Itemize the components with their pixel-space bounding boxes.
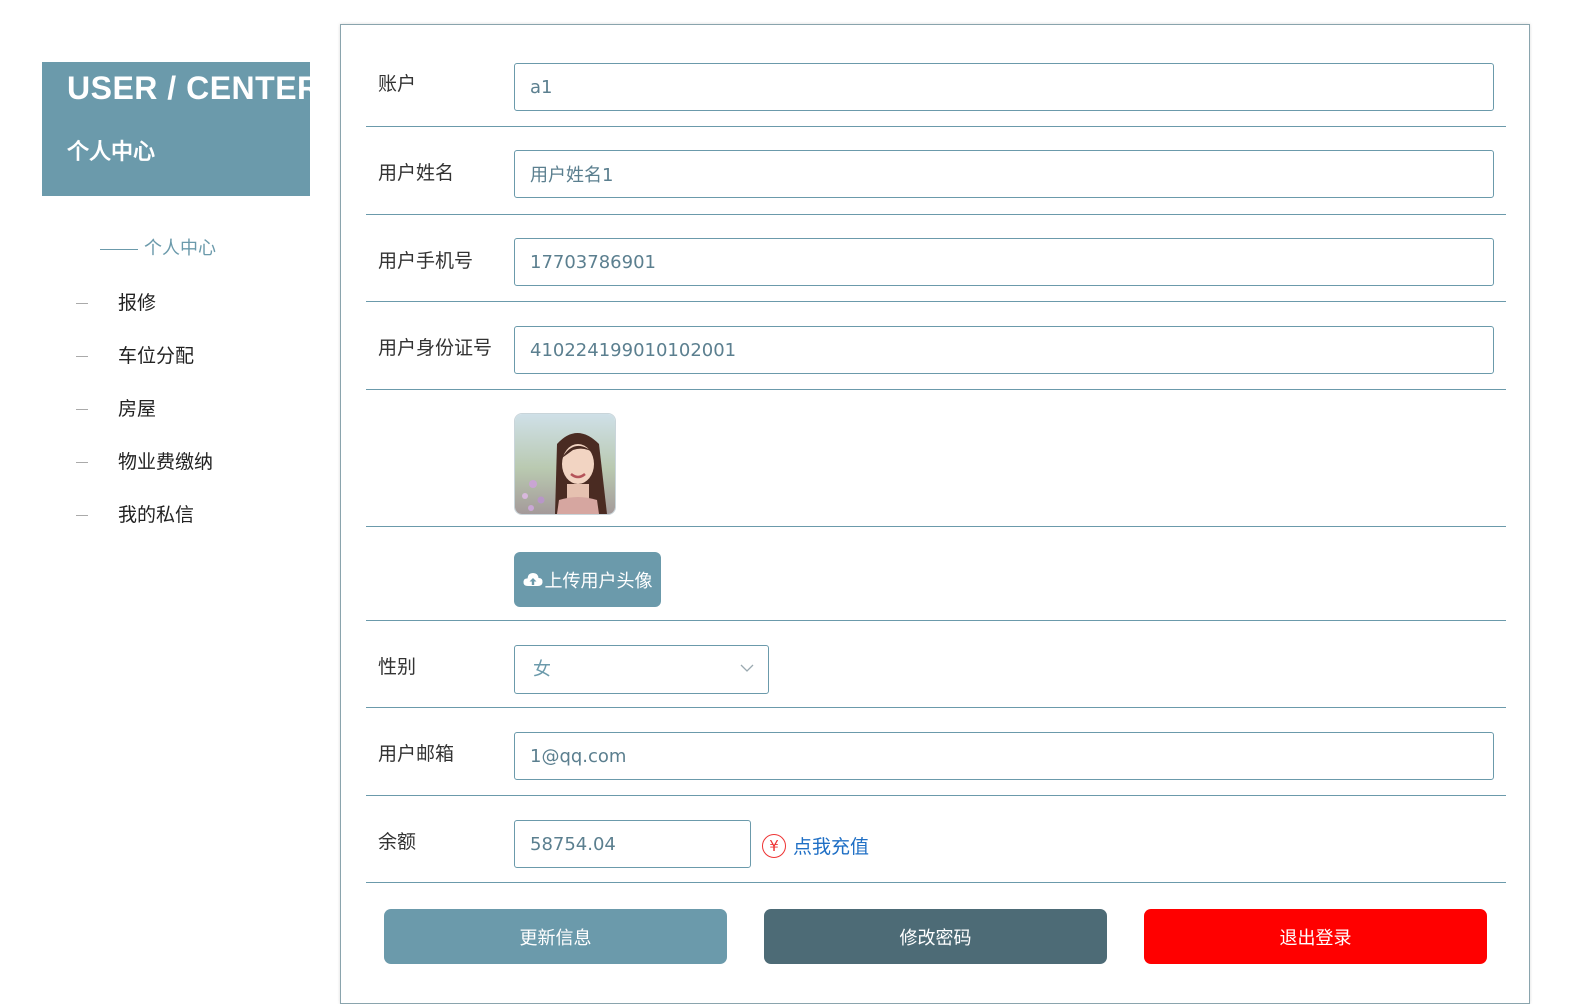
chevron-down-icon xyxy=(740,664,754,672)
sidebar-item-label: 车位分配 xyxy=(118,345,195,367)
avatar-row xyxy=(366,389,1506,527)
cloud-upload-icon xyxy=(522,572,543,586)
name-input[interactable] xyxy=(514,150,1494,198)
email-row: 用户邮箱 xyxy=(366,707,1506,796)
user-center-header: USER / CENTER 个人中心 xyxy=(42,62,320,196)
profile-card: 账户 用户姓名 用户手机号 用户身份证号 xyxy=(340,24,1530,1004)
phone-input[interactable] xyxy=(514,238,1494,286)
balance-input xyxy=(514,820,751,868)
gender-value: 女 xyxy=(533,659,551,680)
balance-label: 余额 xyxy=(378,831,417,853)
logout-button[interactable]: 退出登录 xyxy=(1144,909,1487,964)
avatar xyxy=(514,413,616,515)
active-indicator xyxy=(100,248,138,250)
dash-icon xyxy=(76,356,88,357)
name-row: 用户姓名 xyxy=(366,126,1506,215)
recharge-link[interactable]: ¥ 点我充值 xyxy=(762,832,869,859)
email-input[interactable] xyxy=(514,732,1494,780)
email-label: 用户邮箱 xyxy=(378,743,455,765)
sidebar-item-house[interactable]: 房屋 xyxy=(76,394,156,421)
account-label: 账户 xyxy=(378,73,417,95)
header-title-en: USER / CENTER xyxy=(67,70,321,106)
account-input[interactable] xyxy=(514,63,1494,111)
sidebar-item-property-fee[interactable]: 物业费缴纳 xyxy=(76,447,213,474)
id-card-label: 用户身份证号 xyxy=(378,337,493,359)
balance-row: 余额 ¥ 点我充值 xyxy=(366,795,1506,883)
change-password-button[interactable]: 修改密码 xyxy=(764,909,1107,964)
id-card-input[interactable] xyxy=(514,326,1494,374)
gender-label: 性别 xyxy=(378,656,417,678)
sidebar-item-repair[interactable]: 报修 xyxy=(76,288,156,315)
upload-row: 上传用户头像 xyxy=(366,526,1506,621)
phone-row: 用户手机号 xyxy=(366,214,1506,302)
header-title-cn: 个人中心 xyxy=(67,140,156,165)
dash-icon xyxy=(76,409,88,410)
sidebar-item-label: 物业费缴纳 xyxy=(118,451,214,473)
dash-icon xyxy=(76,303,88,304)
sidebar-item-label: 报修 xyxy=(118,292,157,314)
gender-select[interactable]: 女 xyxy=(514,645,769,694)
gender-row: 性别 女 xyxy=(366,620,1506,708)
sidebar-item-label: 个人中心 xyxy=(144,238,216,259)
sidebar-item-label: 房屋 xyxy=(118,398,157,420)
sidebar-item-personal-center[interactable]: 个人中心 xyxy=(100,234,216,260)
account-row: 账户 xyxy=(366,39,1506,127)
dash-icon xyxy=(76,515,88,516)
upload-avatar-button[interactable]: 上传用户头像 xyxy=(514,552,661,607)
id-card-row: 用户身份证号 xyxy=(366,301,1506,390)
sidebar-item-parking[interactable]: 车位分配 xyxy=(76,341,194,368)
dash-icon xyxy=(76,462,88,463)
update-info-button[interactable]: 更新信息 xyxy=(384,909,727,964)
name-label: 用户姓名 xyxy=(378,162,455,184)
yuan-icon: ¥ xyxy=(762,833,786,858)
recharge-label: 点我充值 xyxy=(793,836,870,858)
upload-avatar-label: 上传用户头像 xyxy=(544,570,653,592)
sidebar-item-label: 我的私信 xyxy=(118,504,195,526)
sidebar-item-messages[interactable]: 我的私信 xyxy=(76,500,194,527)
phone-label: 用户手机号 xyxy=(378,250,474,272)
